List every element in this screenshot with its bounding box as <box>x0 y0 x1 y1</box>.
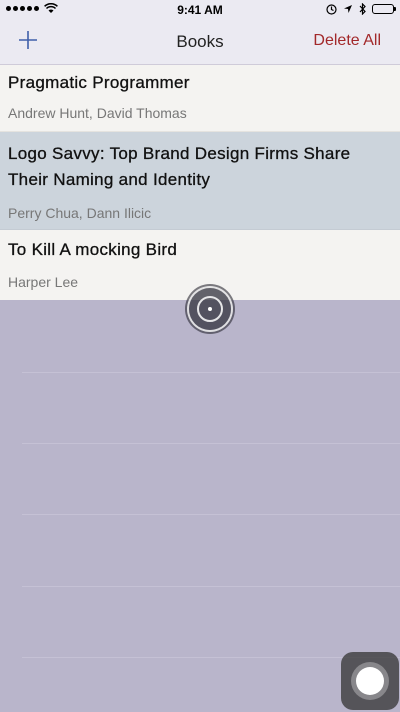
location-lock-icon <box>326 3 337 15</box>
touch-indicator <box>189 288 231 330</box>
location-arrow-icon <box>344 5 352 13</box>
empty-row-separator <box>22 372 400 373</box>
empty-row-separator <box>22 514 400 515</box>
book-row[interactable]: Pragmatic Programmer Andrew Hunt, David … <box>0 65 400 132</box>
book-title: Logo Savvy: Top Brand Design Firms Share… <box>8 144 351 189</box>
book-title: Pragmatic Programmer <box>8 73 190 92</box>
navigation-bar: Books Delete All <box>0 20 400 65</box>
empty-row-separator <box>22 586 400 587</box>
touch-ring-icon <box>197 296 223 322</box>
book-author: Andrew Hunt, David Thomas <box>8 105 187 121</box>
book-author: Perry Chua, Dann Ilicic <box>8 205 152 221</box>
battery-icon <box>372 4 396 14</box>
assistive-touch-icon <box>351 662 389 700</box>
status-bar: 9:41 AM <box>0 0 400 20</box>
book-title: To Kill A mocking Bird <box>8 240 178 259</box>
book-list: Pragmatic Programmer Andrew Hunt, David … <box>0 65 400 300</box>
delete-all-button[interactable]: Delete All <box>313 32 381 50</box>
status-right <box>326 3 396 15</box>
book-row-selected[interactable]: Logo Savvy: Top Brand Design Firms Share… <box>0 132 400 230</box>
assistive-touch-button[interactable] <box>341 652 399 710</box>
bluetooth-icon <box>359 3 366 15</box>
book-author: Harper Lee <box>8 274 79 290</box>
empty-row-separator <box>22 443 400 444</box>
